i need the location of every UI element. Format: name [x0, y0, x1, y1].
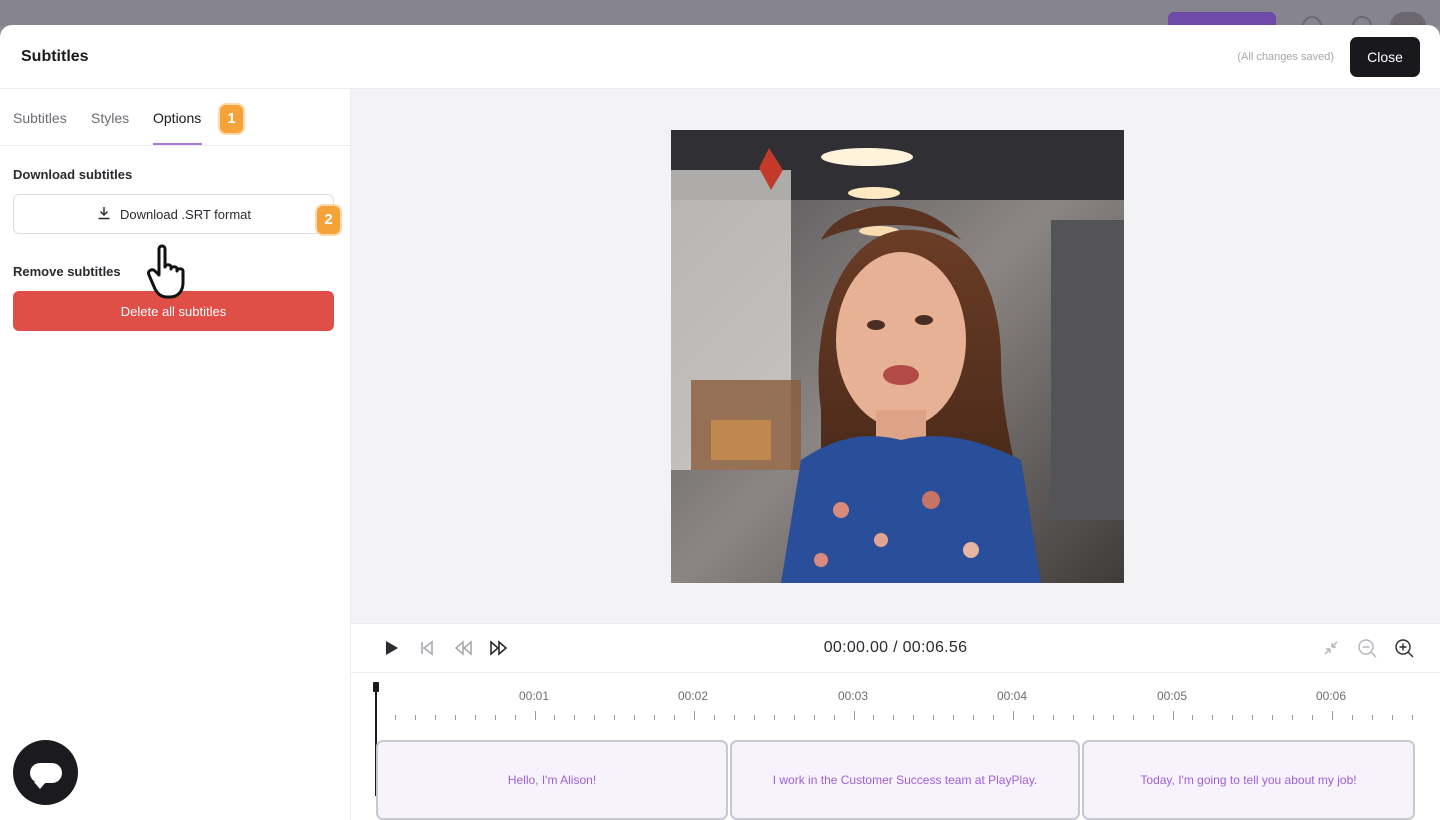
- zoom-in-icon: [1395, 639, 1414, 658]
- ruler-tick: [414, 715, 416, 720]
- ruler-tick: [474, 715, 476, 720]
- subtitle-clip[interactable]: Hello, I'm Alison!: [376, 740, 728, 820]
- ruler-tick: [514, 715, 516, 720]
- tick-label: 00:03: [837, 689, 869, 703]
- modal-title: Subtitles: [21, 48, 89, 65]
- ruler-tick: [614, 715, 616, 720]
- ruler-tick: [953, 715, 955, 720]
- ruler-tick: [1252, 715, 1254, 720]
- pointer-hand-icon: [147, 244, 185, 299]
- download-subtitles-heading: Download subtitles: [13, 167, 133, 182]
- ruler-tick: [1052, 715, 1054, 720]
- ruler-tick: [933, 715, 935, 720]
- ruler-tick: [973, 715, 975, 720]
- ruler-tick: [654, 715, 656, 720]
- collapse-icon: [1324, 641, 1338, 655]
- tab-options[interactable]: Options: [153, 110, 201, 126]
- background-avatar: [1390, 12, 1426, 26]
- ruler-tick: [1272, 715, 1274, 720]
- tab-styles[interactable]: Styles: [91, 110, 129, 126]
- ruler-tick: [574, 715, 576, 720]
- timeline-divider: [351, 672, 1440, 673]
- remove-subtitles-heading: Remove subtitles: [13, 264, 121, 279]
- ruler-tick: [753, 715, 755, 720]
- timeline-area: 00:00.00 / 00:06.56 00:01 00:02 00:03 00…: [351, 623, 1440, 820]
- timeline-ruler[interactable]: 00:01 00:02 00:03 00:04 00:05 00:06: [375, 680, 1426, 720]
- ruler-tick: [554, 715, 556, 720]
- ruler-tick: [674, 715, 676, 720]
- panel-tabs: Subtitles Styles Options 1: [0, 89, 350, 146]
- ruler-tick: [1212, 715, 1214, 720]
- step-badge: 2: [317, 206, 340, 234]
- step-badge: 1: [220, 105, 243, 133]
- background-app-bar: [0, 0, 1440, 26]
- ruler-tick: [913, 715, 915, 720]
- subtitles-modal: Subtitles (All changes saved) Close Subt…: [0, 25, 1440, 820]
- chat-icon: [29, 762, 62, 789]
- ruler-tick: [713, 715, 715, 720]
- ruler-tick: [853, 711, 855, 720]
- tick-label: 00:01: [518, 689, 550, 703]
- ruler-tick: [494, 715, 496, 720]
- tick-label: 00:05: [1156, 689, 1188, 703]
- ruler-tick: [1032, 715, 1034, 720]
- ruler-tick: [1072, 715, 1074, 720]
- zoom-in-button[interactable]: [1394, 638, 1414, 658]
- ruler-tick: [594, 715, 596, 720]
- close-button[interactable]: Close: [1350, 37, 1420, 77]
- subtitle-clip[interactable]: Today, I'm going to tell you about my jo…: [1082, 740, 1415, 820]
- background-button: [1168, 12, 1276, 26]
- ruler-tick: [793, 715, 795, 720]
- ruler-tick: [833, 715, 835, 720]
- tab-subtitles[interactable]: Subtitles: [13, 110, 67, 126]
- ruler-tick: [1172, 711, 1174, 720]
- save-status: (All changes saved): [1237, 51, 1334, 63]
- ruler-tick: [813, 715, 815, 720]
- ruler-tick: [1112, 715, 1114, 720]
- ruler-tick: [1391, 715, 1393, 720]
- ruler-tick: [873, 715, 875, 720]
- tick-label: 00:06: [1315, 689, 1347, 703]
- ruler-tick: [1351, 715, 1353, 720]
- options-panel: Subtitles Styles Options 1 Download subt…: [0, 89, 351, 820]
- ruler-tick: [1013, 711, 1014, 720]
- tick-label: 00:04: [996, 689, 1028, 703]
- subtitle-clip[interactable]: I work in the Customer Success team at P…: [730, 740, 1080, 820]
- video-thumbnail: [671, 130, 1124, 583]
- ruler-tick: [1192, 715, 1194, 720]
- ruler-tick: [893, 715, 895, 720]
- ruler-tick: [1132, 715, 1134, 720]
- zoom-out-icon: [1358, 639, 1377, 658]
- ruler-tick: [993, 715, 995, 720]
- ruler-tick: [394, 715, 396, 720]
- tick-label: 00:02: [677, 689, 709, 703]
- ruler-tick: [454, 715, 456, 720]
- ruler-tick: [1371, 715, 1373, 720]
- download-icon: [96, 205, 112, 224]
- time-display: 00:00.00 / 00:06.56: [823, 639, 968, 656]
- ruler-tick: [1152, 715, 1154, 720]
- ruler-tick: [1292, 715, 1294, 720]
- collapse-button[interactable]: [1321, 638, 1341, 658]
- zoom-out-button[interactable]: [1357, 638, 1377, 658]
- ruler-tick: [634, 715, 636, 720]
- active-tab-indicator: [153, 143, 202, 145]
- ruler-tick: [1411, 715, 1413, 720]
- ruler-tick: [773, 715, 775, 720]
- ruler-tick: [694, 711, 695, 720]
- modal-header: Subtitles (All changes saved) Close: [0, 25, 1440, 89]
- chat-support-button[interactable]: [13, 740, 78, 805]
- ruler-tick: [534, 711, 536, 720]
- ruler-tick: [1092, 715, 1094, 720]
- ruler-tick: [1332, 711, 1333, 720]
- ruler-tick: [1232, 715, 1234, 720]
- ruler-tick: [733, 715, 735, 720]
- ruler-tick: [1312, 715, 1314, 720]
- video-preview-area: [351, 89, 1440, 623]
- video-frame[interactable]: [671, 130, 1124, 583]
- ruler-tick: [434, 715, 436, 720]
- download-srt-button[interactable]: Download .SRT format: [13, 194, 334, 234]
- download-srt-label: Download .SRT format: [119, 206, 252, 222]
